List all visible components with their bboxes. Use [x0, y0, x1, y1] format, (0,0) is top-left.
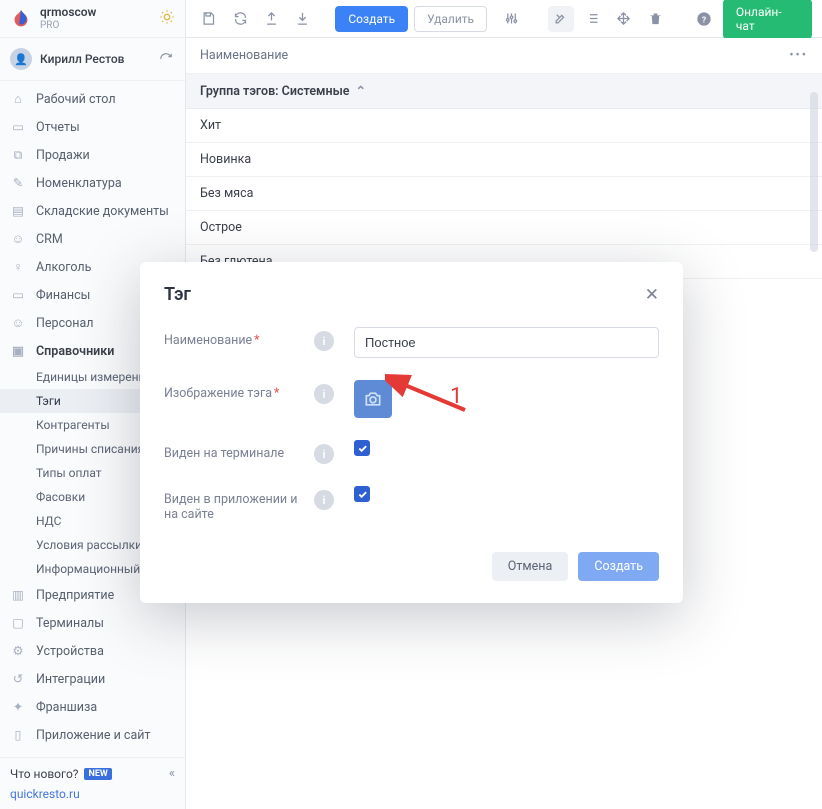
modal-create-button[interactable]: Создать	[578, 552, 659, 581]
modal-overlay: Тэг ✕ Наименование* i Изображение тэга* …	[0, 0, 822, 809]
field-image: Изображение тэга* i	[164, 380, 659, 418]
modal-title: Тэг	[164, 284, 191, 305]
check-icon	[357, 489, 368, 500]
check-icon	[357, 443, 368, 454]
field-label-text: Виден на терминале	[164, 446, 284, 461]
close-icon[interactable]: ✕	[645, 285, 659, 305]
field-label-text: Виден в приложении и на сайте	[164, 492, 297, 522]
app-checkbox[interactable]	[354, 486, 370, 502]
camera-icon	[363, 389, 383, 409]
info-icon[interactable]: i	[314, 384, 334, 404]
info-icon[interactable]: i	[314, 444, 334, 464]
field-terminal: Виден на терминале i	[164, 440, 659, 464]
tag-modal: Тэг ✕ Наименование* i Изображение тэга* …	[140, 262, 683, 603]
info-icon[interactable]: i	[314, 490, 334, 510]
field-label-text: Наименование	[164, 333, 252, 348]
info-icon[interactable]: i	[314, 331, 334, 351]
required-mark: *	[274, 386, 279, 401]
field-app: Виден в приложении и на сайте i	[164, 486, 659, 522]
name-input[interactable]	[354, 327, 659, 358]
image-upload-button[interactable]	[354, 380, 392, 418]
required-mark: *	[254, 333, 259, 348]
cancel-button[interactable]: Отмена	[492, 552, 569, 581]
terminal-checkbox[interactable]	[354, 440, 370, 456]
field-label-text: Изображение тэга	[164, 386, 272, 401]
field-name: Наименование* i	[164, 327, 659, 358]
